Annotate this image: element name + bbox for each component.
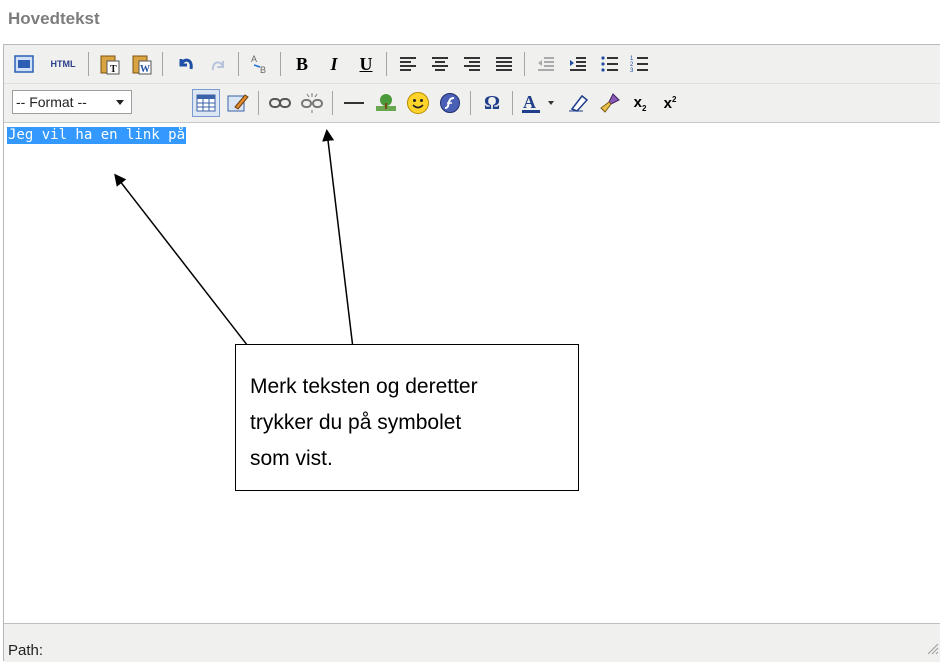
horizontal-rule-icon[interactable] [340, 89, 368, 117]
path-label: Path: [8, 642, 44, 659]
italic-icon[interactable]: I [320, 50, 348, 78]
separator [332, 91, 333, 115]
separator [280, 52, 281, 76]
numbered-list-icon[interactable]: 123 [626, 50, 654, 78]
separator [238, 52, 239, 76]
selected-text[interactable]: Jeg vil ha en link på [7, 127, 187, 144]
html-label: HTML [50, 59, 76, 69]
svg-text:A: A [251, 54, 257, 64]
eraser-icon[interactable] [564, 89, 592, 117]
callout-line-3: som vist. [250, 447, 333, 470]
edit-table-icon[interactable] [224, 89, 252, 117]
separator [470, 91, 471, 115]
align-right-icon[interactable] [458, 50, 486, 78]
toolbar-row-1: HTML T W AB B I U 1 2 3 [4, 45, 940, 84]
svg-text:W: W [140, 64, 150, 75]
paste-text-icon[interactable]: T [96, 50, 124, 78]
indent-icon[interactable] [564, 50, 592, 78]
undo-icon[interactable] [172, 50, 200, 78]
unlink-icon[interactable] [298, 89, 326, 117]
insert-table-icon[interactable] [192, 89, 220, 117]
svg-text:3: 3 [630, 68, 634, 73]
align-center-icon[interactable] [426, 50, 454, 78]
redo-icon[interactable] [204, 50, 232, 78]
flash-media-icon[interactable] [436, 89, 464, 117]
bold-icon[interactable]: B [288, 50, 316, 78]
link-icon[interactable] [266, 89, 294, 117]
html-source-button[interactable]: HTML [44, 50, 82, 78]
separator [162, 52, 163, 76]
bullet-list-icon[interactable] [596, 50, 624, 78]
find-replace-icon[interactable]: AB [246, 50, 274, 78]
svg-text:A: A [523, 92, 536, 112]
resize-grip-icon[interactable] [925, 641, 939, 660]
insert-image-icon[interactable] [372, 89, 400, 117]
align-left-icon[interactable] [394, 50, 422, 78]
chevron-down-icon [115, 95, 125, 112]
align-justify-icon[interactable] [490, 50, 518, 78]
separator [512, 91, 513, 115]
callout-line-1: Merk teksten og deretter [250, 375, 478, 398]
separator [258, 91, 259, 115]
text-color-icon[interactable]: A [520, 89, 560, 117]
callout-line-2: trykker du på symbolet [250, 411, 462, 434]
separator [386, 52, 387, 76]
outdent-icon[interactable] [532, 50, 560, 78]
separator [88, 52, 89, 76]
special-char-icon[interactable]: Ω [478, 89, 506, 117]
svg-text:B: B [260, 65, 266, 75]
underline-icon[interactable]: U [352, 50, 380, 78]
paste-word-icon[interactable]: W [128, 50, 156, 78]
format-select-value: -- Format -- [16, 94, 87, 110]
editor-heading: Hovedtekst [8, 9, 100, 28]
fullscreen-icon[interactable] [10, 50, 38, 78]
toolbar-row-2: -- Format -- Ω A x2 x2 [4, 84, 940, 123]
subscript-icon[interactable]: x2 [626, 89, 654, 117]
superscript-icon[interactable]: x2 [656, 89, 684, 117]
cleanup-brush-icon[interactable] [596, 89, 624, 117]
smiley-icon[interactable] [404, 89, 432, 117]
format-select[interactable]: -- Format -- [12, 90, 132, 114]
editor-statusbar: Path: [4, 623, 940, 662]
separator [524, 52, 525, 76]
svg-text:T: T [110, 64, 117, 75]
instruction-callout: Merk teksten og deretter trykker du på s… [235, 344, 579, 491]
